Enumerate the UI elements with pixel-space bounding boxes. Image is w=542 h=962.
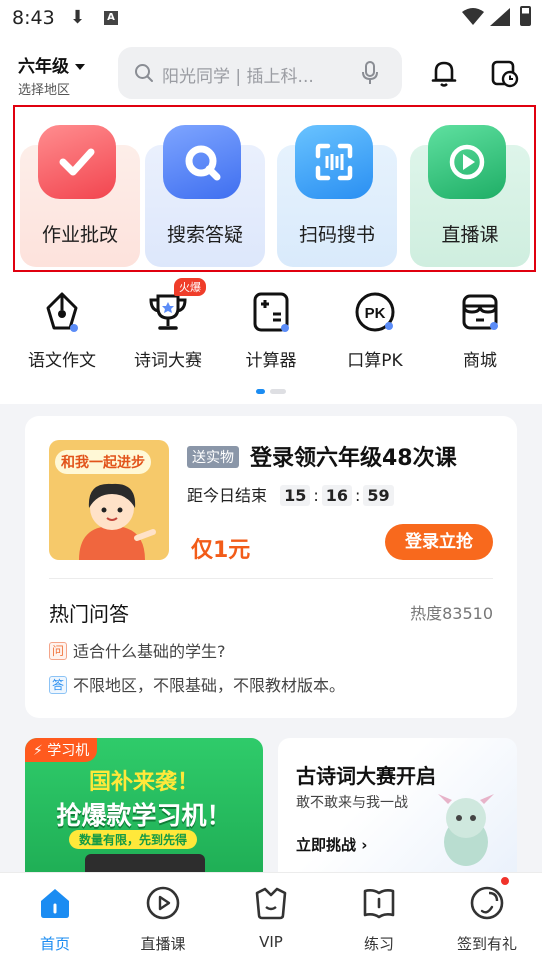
promo-image-banner: 和我一起进步	[55, 450, 151, 474]
hot-qa-title: 热门问答	[49, 602, 129, 626]
banner-line2: 抢爆款学习机！	[56, 801, 232, 830]
tool-poetry-contest[interactable]: 诗词大赛	[122, 290, 214, 371]
app-notification-icon: A	[104, 11, 118, 25]
mascot-image	[438, 794, 494, 866]
promo-countdown: 距今日结束 15:16:59	[187, 482, 397, 506]
tool-label: 商城	[463, 351, 497, 371]
pk-icon: PK	[353, 290, 397, 334]
hot-badge: 火爆	[174, 278, 206, 296]
region-selector: 选择地区	[18, 83, 71, 98]
divider	[49, 578, 493, 579]
tab-home[interactable]: 首页	[15, 885, 95, 954]
tool-label: 计算器	[245, 351, 297, 371]
login-claim-button[interactable]: 登录立抢	[385, 524, 493, 560]
tool-label: 诗词大赛	[134, 351, 202, 371]
tab-label: 直播课	[140, 935, 186, 953]
tab-label: 签到有礼	[456, 935, 517, 953]
search-bar[interactable]: 阳光同学 | 插上科...	[118, 47, 402, 99]
tool-mental-math-pk[interactable]: PK 口算PK	[329, 290, 421, 371]
tab-label: 首页	[39, 935, 70, 953]
tab-label: VIP	[259, 933, 283, 951]
signal-icon	[490, 8, 510, 26]
check-icon	[38, 125, 116, 199]
tool-chinese-essay[interactable]: 语文作文	[16, 290, 108, 371]
banner-line1: 国补来袭！	[88, 770, 199, 795]
magnifier-icon	[163, 125, 241, 199]
calculator-icon	[249, 290, 293, 334]
poetry-contest-banner[interactable]: 古诗词大赛开启 敢不敢来与我一战 立即挑战 ›	[278, 738, 517, 878]
tool-shop[interactable]: 商城	[434, 290, 526, 371]
banner-line3: 数量有限，先到先得	[69, 830, 198, 849]
home-icon	[37, 885, 73, 921]
promo-title: 登录领六年级48次课	[250, 446, 457, 471]
countdown-seconds: 59	[363, 485, 394, 506]
tab-checkin-gift[interactable]: 签到有礼	[447, 885, 527, 954]
grade-label: 六年级	[18, 57, 69, 77]
qa-answer: 答不限地区，不限基础，不限教材版本。	[49, 672, 345, 696]
live-icon	[145, 885, 181, 921]
tool-label: 口算PK	[347, 351, 403, 371]
gift-icon	[469, 885, 505, 921]
learning-device-tag: ⚡ 学习机	[25, 738, 98, 762]
promo-tag: 送实物	[187, 446, 239, 468]
download-icon: ⬇	[70, 7, 86, 28]
tool-label: 语文作文	[28, 351, 96, 371]
battery-icon	[520, 6, 531, 26]
qa-question: 问适合什么基础的学生?	[49, 638, 226, 662]
trophy-icon	[146, 290, 190, 334]
notification-dot	[500, 876, 510, 886]
countdown-minutes: 16	[321, 485, 353, 506]
svg-text:PK: PK	[365, 305, 386, 322]
feature-label: 作业批改	[41, 224, 118, 246]
status-bar: 8:43 ⬇ A	[0, 0, 542, 36]
tab-practice[interactable]: 练习	[339, 885, 419, 954]
learning-device-banner[interactable]: ⚡ 学习机 国补来袭！ 抢爆款学习机！ 数量有限，先到先得	[25, 738, 263, 878]
scan-icon	[295, 125, 373, 199]
feature-section: 作业批改 搜索答疑 扫码搜书 直播课	[13, 105, 536, 272]
tab-label: 练习	[363, 935, 394, 953]
feature-homework-check[interactable]: 作业批改	[20, 125, 140, 267]
poetry-challenge-link[interactable]: 立即挑战 ›	[296, 834, 367, 855]
feature-search-answer[interactable]: 搜索答疑	[145, 125, 265, 267]
bottom-tab-bar: 首页 直播课 VIP 练习 签到有礼	[0, 872, 542, 962]
microphone-icon[interactable]	[360, 61, 380, 85]
search-icon	[135, 64, 153, 82]
poetry-title: 古诗词大赛开启	[296, 764, 436, 788]
question-badge: 问	[49, 642, 67, 660]
wifi-icon	[462, 8, 484, 25]
promo-price: 仅1元	[191, 538, 251, 563]
feature-label: 搜索答疑	[166, 224, 243, 246]
countdown-hours: 15	[280, 485, 311, 506]
book-icon	[361, 885, 397, 921]
status-time: 8:43	[12, 7, 55, 29]
bell-icon[interactable]	[428, 57, 460, 89]
hot-qa-heat: 热度83510	[410, 604, 493, 623]
vip-icon	[253, 885, 289, 921]
tool-calculator[interactable]: 计算器	[225, 290, 317, 371]
search-placeholder: 阳光同学 | 插上科...	[162, 67, 314, 87]
tab-live-class[interactable]: 直播课	[123, 885, 203, 954]
feature-label: 扫码搜书	[298, 224, 375, 246]
history-icon[interactable]	[490, 59, 520, 89]
shop-icon	[458, 290, 502, 334]
feature-label: 直播课	[441, 224, 499, 246]
poetry-subtitle: 敢不敢来与我一战	[296, 795, 408, 811]
feature-live-class[interactable]: 直播课	[410, 125, 530, 267]
grade-selector[interactable]: 六年级 选择地区	[18, 52, 85, 98]
feature-scan-book[interactable]: 扫码搜书	[277, 125, 397, 267]
promo-image: 和我一起进步	[49, 440, 169, 560]
tab-vip[interactable]: VIP	[231, 885, 311, 951]
answer-badge: 答	[49, 676, 67, 694]
pen-nib-icon	[40, 290, 84, 334]
play-icon	[428, 125, 506, 199]
promo-card[interactable]: 和我一起进步 送实物 登录领六年级48次课 距今日结束 15:16:59 仅1元…	[25, 416, 517, 718]
caret-down-icon	[75, 64, 85, 70]
